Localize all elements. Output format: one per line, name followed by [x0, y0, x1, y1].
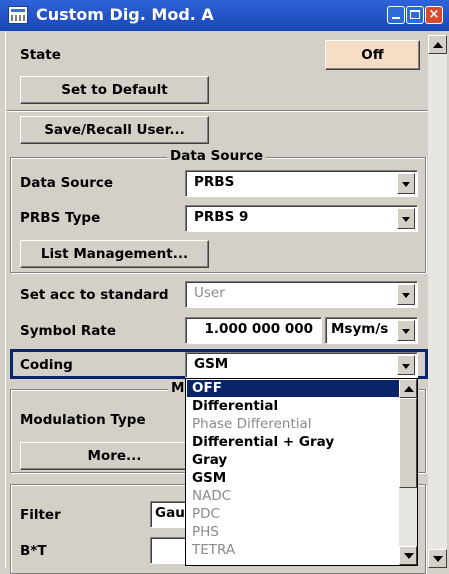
close-icon[interactable]: × — [425, 6, 443, 24]
coding-value: GSM — [194, 356, 229, 372]
dropdown-arrow-icon[interactable] — [397, 173, 415, 194]
prbs-type-label: PRBS Type — [20, 210, 101, 226]
minimize-icon[interactable] — [387, 6, 405, 24]
coding-option[interactable]: Differential + Gray — [187, 434, 399, 451]
save-recall-user-button[interactable]: Save/Recall User... — [20, 116, 209, 144]
maximize-icon[interactable] — [406, 6, 424, 24]
symbol-rate-unit: Msym/s — [331, 321, 389, 337]
dropdown-arrow-icon[interactable] — [397, 284, 415, 305]
scroll-up-icon[interactable] — [399, 379, 417, 398]
scroll-thumb[interactable] — [399, 398, 417, 488]
symbol-rate-input[interactable]: 1.000 000 000 — [185, 317, 322, 344]
coding-option[interactable]: OFF — [187, 380, 399, 397]
coding-option[interactable]: TETRA — [187, 542, 399, 559]
filter-label: Filter — [20, 507, 61, 523]
coding-label: Coding — [20, 357, 73, 373]
dropdown-arrow-icon[interactable] — [397, 320, 415, 341]
coding-option[interactable]: Phase Differential — [187, 416, 399, 433]
modulation-type-label: Modulation Type — [20, 412, 146, 428]
coding-select[interactable]: GSM — [185, 352, 418, 378]
bt-label: B*T — [20, 543, 47, 559]
scroll-up-icon[interactable] — [428, 35, 447, 54]
coding-option[interactable]: Differential — [187, 398, 399, 415]
state-label: State — [20, 47, 61, 63]
app-window-icon — [8, 6, 28, 24]
main-scrollbar[interactable] — [428, 35, 447, 568]
prbs-type-select[interactable]: PRBS 9 — [185, 205, 418, 232]
dropdown-arrow-icon[interactable] — [397, 208, 415, 229]
set-to-default-button[interactable]: Set to Default — [20, 76, 209, 104]
coding-option[interactable]: Gray — [187, 452, 399, 469]
symbol-rate-unit-select[interactable]: Msym/s — [325, 317, 418, 344]
scroll-down-icon[interactable] — [399, 546, 417, 565]
prbs-type-value: PRBS 9 — [194, 209, 249, 225]
coding-dropdown-list[interactable]: OFF Differential Phase Differential Diff… — [185, 378, 418, 566]
filter-value: Gau — [155, 505, 185, 521]
data-source-select[interactable]: PRBS — [185, 170, 418, 197]
more-button[interactable]: More... — [20, 442, 209, 470]
dropdown-scrollbar[interactable] — [399, 379, 417, 565]
dropdown-arrow-icon[interactable] — [397, 355, 415, 375]
coding-option[interactable]: PDC — [187, 506, 399, 523]
symbol-rate-label: Symbol Rate — [20, 323, 116, 339]
coding-option[interactable]: PHS — [187, 524, 399, 541]
data-source-label: Data Source — [20, 175, 114, 191]
data-source-group-title: Data Source — [167, 148, 267, 164]
standard-label: Set acc to standard — [20, 287, 169, 303]
standard-value: User — [194, 285, 225, 301]
list-management-button[interactable]: List Management... — [20, 240, 209, 268]
window-title: Custom Dig. Mod. A — [36, 5, 214, 24]
coding-option[interactable]: GSM — [187, 470, 399, 487]
scroll-down-icon[interactable] — [428, 549, 447, 568]
separator — [7, 110, 428, 112]
title-bar: Custom Dig. Mod. A × — [0, 0, 449, 31]
standard-select[interactable]: User — [185, 281, 418, 308]
data-source-value: PRBS — [194, 174, 235, 190]
symbol-rate-value: 1.000 000 000 — [204, 321, 313, 337]
coding-option[interactable]: NADC — [187, 488, 399, 505]
state-off-button[interactable]: Off — [325, 40, 420, 70]
